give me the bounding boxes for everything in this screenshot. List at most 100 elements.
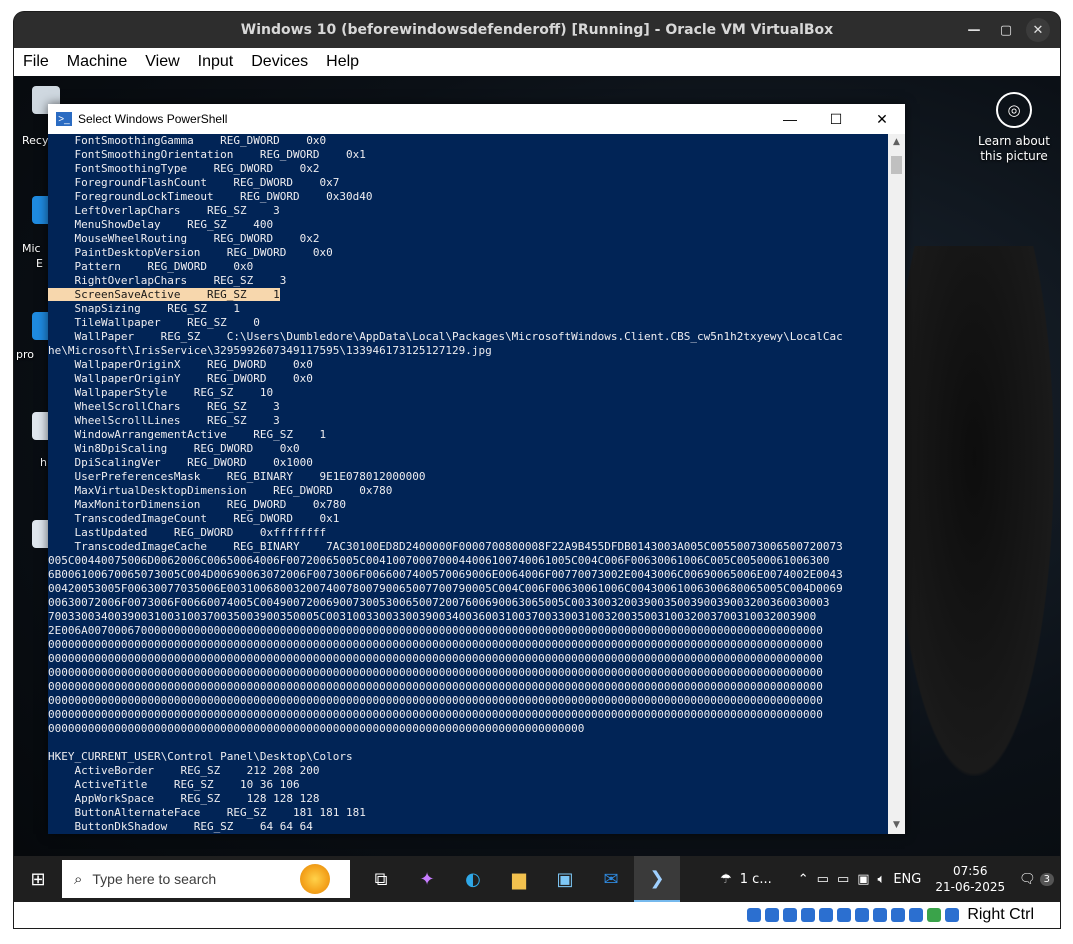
shared-folders-icon[interactable] <box>837 908 852 922</box>
taskbar-search-box[interactable]: ⌕ Type here to search <box>62 860 350 898</box>
vbox-close-button[interactable]: ✕ <box>1026 18 1050 42</box>
powershell-icon: >_ <box>56 112 72 126</box>
battery-icon[interactable]: ▭ <box>833 872 853 887</box>
console-line: WheelScrollChars REG_SZ 3 <box>48 400 280 413</box>
camera-icon: ◎ <box>996 92 1032 128</box>
console-line: WheelScrollLines REG_SZ 3 <box>48 414 280 427</box>
volume-icon[interactable]: 🔈︎ <box>874 872 890 887</box>
menu-view[interactable]: View <box>136 53 188 71</box>
console-line: ActiveBorder REG_SZ 212 208 200 <box>48 764 320 777</box>
display-icon[interactable] <box>855 908 870 922</box>
console-line: TranscodedImageCache REG_BINARY 7AC30100… <box>48 540 843 553</box>
taskbar-clock[interactable]: 07:56 21-06-2025 <box>925 863 1015 895</box>
menu-machine[interactable]: Machine <box>58 53 136 71</box>
optical-drive-icon[interactable] <box>765 908 780 922</box>
windows-start-icon[interactable]: ⊞ <box>14 856 62 902</box>
audio-icon[interactable] <box>783 908 798 922</box>
virtualbox-title-bar[interactable]: Windows 10 (beforewindowsdefenderoff) [R… <box>14 12 1060 48</box>
learn-about-picture[interactable]: ◎ Learn about this picture <box>974 86 1054 164</box>
console-line: FontSmoothingType REG_DWORD 0x2 <box>48 162 320 175</box>
console-line: SnapSizing REG_SZ 1 <box>48 302 241 315</box>
virtualbox-title: Windows 10 (beforewindowsdefenderoff) [R… <box>240 22 834 38</box>
console-line: ButtonDkShadow REG_SZ 64 64 64 <box>48 820 313 833</box>
console-line: 0000000000000000000000000000000000000000… <box>48 666 823 679</box>
virtualbox-window: Windows 10 (beforewindowsdefenderoff) [R… <box>14 12 1060 928</box>
cpu-icon[interactable] <box>891 908 906 922</box>
desktop-icon-label: E <box>36 257 43 270</box>
vbox-minimize-button[interactable]: — <box>962 18 986 42</box>
ps-close-button[interactable]: ✕ <box>859 104 905 134</box>
menu-input[interactable]: Input <box>189 53 243 71</box>
powershell-console-output[interactable]: FontSmoothingGamma REG_DWORD 0x0 FontSmo… <box>48 134 888 834</box>
mouse-integration-icon[interactable] <box>909 908 924 922</box>
console-line: MaxMonitorDimension REG_DWORD 0x780 <box>48 498 347 511</box>
console-line: LeftOverlapChars REG_SZ 3 <box>48 204 280 217</box>
desktop-icon-label: h <box>40 456 47 469</box>
desktop-icon-label: Mic <box>22 242 41 255</box>
scroll-up-icon[interactable]: ▲ <box>888 134 905 151</box>
outlook-icon[interactable]: ✉ <box>588 856 634 902</box>
usb-icon[interactable] <box>819 908 834 922</box>
console-line: TileWallpaper REG_SZ 0 <box>48 316 260 329</box>
weather-text[interactable]: 1 c... <box>736 872 776 887</box>
keyboard-icon[interactable] <box>927 908 942 922</box>
console-line: Win8DpiScaling REG_DWORD 0x0 <box>48 442 300 455</box>
network-adapter-icon[interactable] <box>801 908 816 922</box>
menu-devices[interactable]: Devices <box>242 53 317 71</box>
console-line: LastUpdated REG_DWORD 0xffffffff <box>48 526 327 539</box>
video-capture-icon[interactable] <box>873 908 888 922</box>
menu-help[interactable]: Help <box>317 53 368 71</box>
desktop-icon-label: Recy <box>22 134 49 147</box>
clock-date: 21-06-2025 <box>935 880 1006 894</box>
system-tray: ☂ 1 c... ⌃ ▭ ▭ ▣ 🔈︎ ENG 07:56 21-06-2025… <box>716 863 1060 895</box>
console-line: he\Microsoft\IrisService\329599260734911… <box>48 344 492 357</box>
console-line: UserPreferencesMask REG_BINARY 9E1E07801… <box>48 470 426 483</box>
console-line: 0000000000000000000000000000000000000000… <box>48 708 823 721</box>
console-line: HKEY_CURRENT_USER\Control Panel\Desktop\… <box>48 750 353 763</box>
task-view-icon[interactable]: ⧉ <box>358 856 404 902</box>
file-explorer-icon[interactable]: ▆ <box>496 856 542 902</box>
edge-icon[interactable]: ◐ <box>450 856 496 902</box>
scrollbar-thumb[interactable] <box>891 156 902 174</box>
copilot-icon[interactable]: ✦ <box>404 856 450 902</box>
search-icon: ⌕ <box>74 870 83 888</box>
notification-count-badge: 3 <box>1039 872 1054 886</box>
powershell-title-bar[interactable]: >_ Select Windows PowerShell — ☐ ✕ <box>48 104 905 134</box>
console-line: 0000000000000000000000000000000000000000… <box>48 722 585 735</box>
console-line: WindowArrangementActive REG_SZ 1 <box>48 428 327 441</box>
console-line: PaintDesktopVersion REG_DWORD 0x0 <box>48 246 333 259</box>
store-icon[interactable]: ▣ <box>542 856 588 902</box>
ps-minimize-button[interactable]: — <box>767 104 813 134</box>
notifications-icon[interactable]: 🗨︎ <box>1015 872 1040 887</box>
console-line: MaxVirtualDesktopDimension REG_DWORD 0x7… <box>48 484 393 497</box>
search-highlight-icon <box>300 864 330 894</box>
console-line: TranscodedImageCount REG_DWORD 0x1 <box>48 512 340 525</box>
console-line: WallpaperStyle REG_SZ 10 <box>48 386 274 399</box>
scroll-down-icon[interactable]: ▼ <box>888 817 905 834</box>
hard-disk-icon[interactable] <box>747 908 762 922</box>
menu-file[interactable]: File <box>14 53 58 71</box>
console-line: 00420053005F00630077035006E0031006800320… <box>48 582 843 595</box>
chevron-up-icon[interactable]: ⌃ <box>776 872 813 887</box>
ps-maximize-button[interactable]: ☐ <box>813 104 859 134</box>
console-line: 7003300340039003100310037003500390035000… <box>48 610 817 623</box>
search-placeholder: Type here to search <box>92 871 217 887</box>
console-scrollbar[interactable]: ▲ ▼ <box>888 134 905 834</box>
console-line: 0000000000000000000000000000000000000000… <box>48 638 823 651</box>
tray-device-icon[interactable]: ▭ <box>813 872 833 887</box>
console-line: 005C00440075006D0062006C00650064006F0072… <box>48 554 830 567</box>
host-key-icon[interactable] <box>945 908 960 922</box>
powershell-taskbar-icon[interactable]: ❯ <box>634 856 680 902</box>
language-indicator[interactable]: ENG <box>889 872 925 887</box>
powershell-window: >_ Select Windows PowerShell — ☐ ✕ FontS… <box>48 104 905 834</box>
taskbar-apps: ⧉ ✦ ◐ ▆ ▣ ✉ ❯ <box>358 856 680 902</box>
console-line: MouseWheelRouting REG_DWORD 0x2 <box>48 232 320 245</box>
weather-icon[interactable]: ☂ <box>716 872 736 887</box>
vbox-maximize-button[interactable]: ▢ <box>994 18 1018 42</box>
network-icon[interactable]: ▣ <box>853 872 873 887</box>
guest-desktop: Recy Mic E pro h ◎ Learn about this pict… <box>14 76 1060 902</box>
virtualbox-menu-bar: File Machine View Input Devices Help <box>14 48 1060 76</box>
console-line: Pattern REG_DWORD 0x0 <box>48 260 254 273</box>
console-line: 0000000000000000000000000000000000000000… <box>48 694 823 707</box>
